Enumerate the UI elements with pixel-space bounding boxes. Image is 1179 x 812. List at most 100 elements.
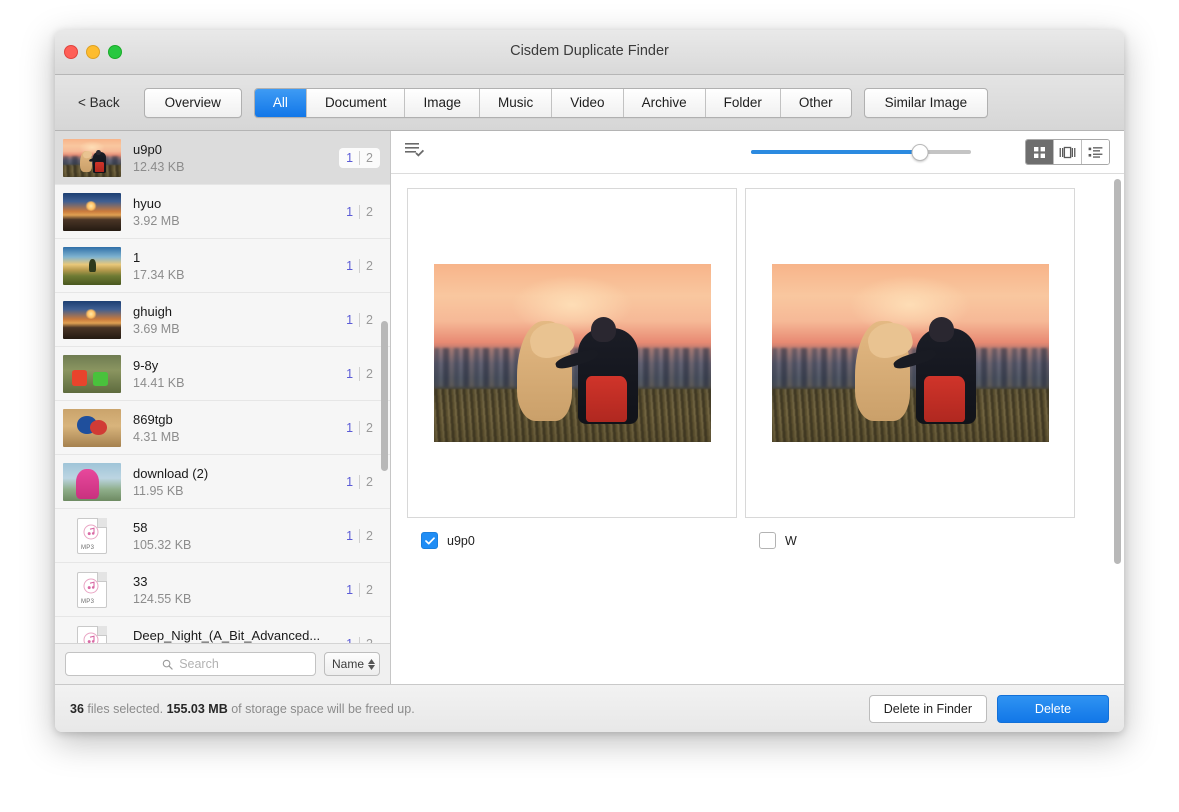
tab-folder[interactable]: Folder: [705, 88, 781, 117]
duplicate-count-badge[interactable]: 12: [339, 472, 380, 492]
file-row[interactable]: download (2) 11.95 KB 1 2: [55, 455, 390, 509]
mp3-file-icon: MP3: [77, 625, 107, 643]
tab-document[interactable]: Document: [306, 88, 406, 117]
delete-button[interactable]: Delete: [997, 694, 1109, 723]
preview-image: [771, 264, 1049, 442]
file-name: 33: [133, 573, 148, 589]
zoom-slider[interactable]: [751, 143, 971, 161]
file-size: 14.41 KB: [133, 375, 185, 390]
status-text-middle: files selected.: [83, 701, 167, 716]
file-size: 17.34 KB: [133, 267, 185, 282]
file-name: ghuigh: [133, 303, 173, 319]
card-checkbox[interactable]: [421, 532, 438, 549]
card-image-frame[interactable]: [745, 188, 1075, 518]
file-meta: 33 124.55 KB: [133, 574, 333, 606]
coverflow-icon: [1059, 146, 1076, 158]
tab-video[interactable]: Video: [552, 88, 624, 117]
tab-all[interactable]: All: [254, 88, 307, 117]
duplicate-card: W: [745, 188, 1075, 549]
file-row[interactable]: 869tgb 4.31 MB 1 2: [55, 401, 390, 455]
file-row[interactable]: 1 17.34 KB 1 2: [55, 239, 390, 293]
duplicate-count-badge[interactable]: 12: [339, 418, 380, 438]
list-view-button[interactable]: [1082, 140, 1109, 164]
stepper-icon: [368, 658, 375, 670]
audio-file-thumbnail: MP3: [63, 625, 121, 643]
duplicate-count-badge[interactable]: 12: [339, 580, 380, 600]
file-row[interactable]: ghuigh 3.69 MB 1 2: [55, 293, 390, 347]
file-size: 124.55 KB: [133, 591, 192, 606]
grid-view-button[interactable]: [1026, 140, 1054, 164]
file-meta: hyuo 3.92 MB: [133, 196, 333, 228]
file-meta: 9-8y 14.41 KB: [133, 358, 333, 390]
card-label: W: [785, 533, 797, 548]
coverflow-view-button[interactable]: [1054, 140, 1082, 164]
duplicate-count-badge[interactable]: 12: [339, 256, 380, 276]
selected-copies: 1: [346, 204, 361, 219]
search-input[interactable]: Search: [65, 652, 316, 676]
file-size: 105.32 KB: [133, 537, 192, 552]
file-size: 4.31 MB: [133, 429, 180, 444]
duplicate-count-badge[interactable]: 12: [339, 310, 380, 330]
tab-image[interactable]: Image: [405, 88, 480, 117]
sort-button[interactable]: Name: [323, 652, 380, 676]
duplicate-count-badge[interactable]: 12: [339, 364, 380, 384]
card-checkbox[interactable]: [759, 532, 776, 549]
tab-archive[interactable]: Archive: [623, 88, 706, 117]
total-copies: 2: [366, 258, 373, 273]
preview-scrollbar[interactable]: [1114, 179, 1121, 564]
duplicate-count-badge[interactable]: 12: [339, 526, 380, 546]
preview-panel: u9p0 W: [391, 131, 1124, 684]
duplicate-count-badge[interactable]: 12: [339, 202, 380, 222]
category-tabs: All Document Image Music Video Archive F…: [253, 87, 852, 118]
file-meta: ghuigh 3.69 MB: [133, 304, 333, 336]
selected-copies: 1: [346, 366, 361, 381]
overview-button[interactable]: Overview: [143, 87, 242, 118]
file-list[interactable]: u9p0 12.43 KB 1 2 hyuo 3.92 MB 1 2 1 17.34 KB 1 2 gh…: [55, 131, 390, 643]
file-row[interactable]: u9p0 12.43 KB 1 2: [55, 131, 390, 185]
status-text-tail: of storage space will be freed up.: [227, 701, 415, 716]
mp3-file-icon: MP3: [77, 571, 107, 608]
tab-music[interactable]: Music: [480, 88, 553, 117]
tab-other[interactable]: Other: [780, 88, 851, 117]
total-copies: 2: [366, 366, 373, 381]
total-copies: 2: [366, 150, 373, 165]
total-copies: 2: [366, 204, 373, 219]
selected-copies: 1: [346, 582, 361, 597]
back-button[interactable]: < Back: [70, 91, 128, 114]
list-check-icon[interactable]: [405, 142, 425, 163]
file-meta: 1 17.34 KB: [133, 250, 333, 282]
file-name: 869tgb: [133, 411, 173, 427]
file-row[interactable]: hyuo 3.92 MB 1 2: [55, 185, 390, 239]
file-row[interactable]: MP3 58 105.32 KB 1 2: [55, 509, 390, 563]
preview-toolbar: [391, 131, 1124, 174]
mp3-file-icon: MP3: [77, 517, 107, 554]
file-size: 3.92 MB: [133, 213, 180, 228]
total-copies: 2: [366, 312, 373, 327]
search-icon: [162, 659, 173, 670]
card-image-frame[interactable]: [407, 188, 737, 518]
delete-in-finder-button[interactable]: Delete in Finder: [868, 694, 987, 723]
duplicate-count-badge[interactable]: 12: [339, 634, 380, 644]
file-row[interactable]: MP3 Deep_Night_(A_Bit_Advanced...17.65 MB…: [55, 617, 390, 643]
file-meta: download (2) 11.95 KB: [133, 466, 333, 498]
file-row[interactable]: MP3 33 124.55 KB 1 2: [55, 563, 390, 617]
file-meta: 869tgb 4.31 MB: [133, 412, 333, 444]
file-row[interactable]: 9-8y 14.41 KB 1 2: [55, 347, 390, 401]
window-title: Cisdem Duplicate Finder: [510, 43, 669, 59]
total-copies: 2: [366, 582, 373, 597]
image-thumbnail: [63, 246, 121, 285]
selected-copies: 1: [346, 258, 361, 273]
grid-icon: [1034, 146, 1045, 158]
duplicate-count-badge[interactable]: 12: [339, 147, 380, 168]
file-size: 12.43 KB: [133, 159, 185, 174]
duplicate-card: u9p0: [407, 188, 737, 549]
similar-image-button[interactable]: Similar Image: [863, 87, 989, 118]
file-name: 9-8y: [133, 357, 159, 373]
slider-handle[interactable]: [911, 143, 929, 161]
card-footer: W: [745, 518, 1075, 549]
preview-image: [433, 264, 711, 442]
total-copies: 2: [360, 637, 373, 644]
sidebar-scrollbar[interactable]: [381, 321, 388, 471]
status-bar: 36 files selected. 155.03 MB of storage …: [55, 684, 1124, 732]
total-copies: 2: [366, 420, 373, 435]
